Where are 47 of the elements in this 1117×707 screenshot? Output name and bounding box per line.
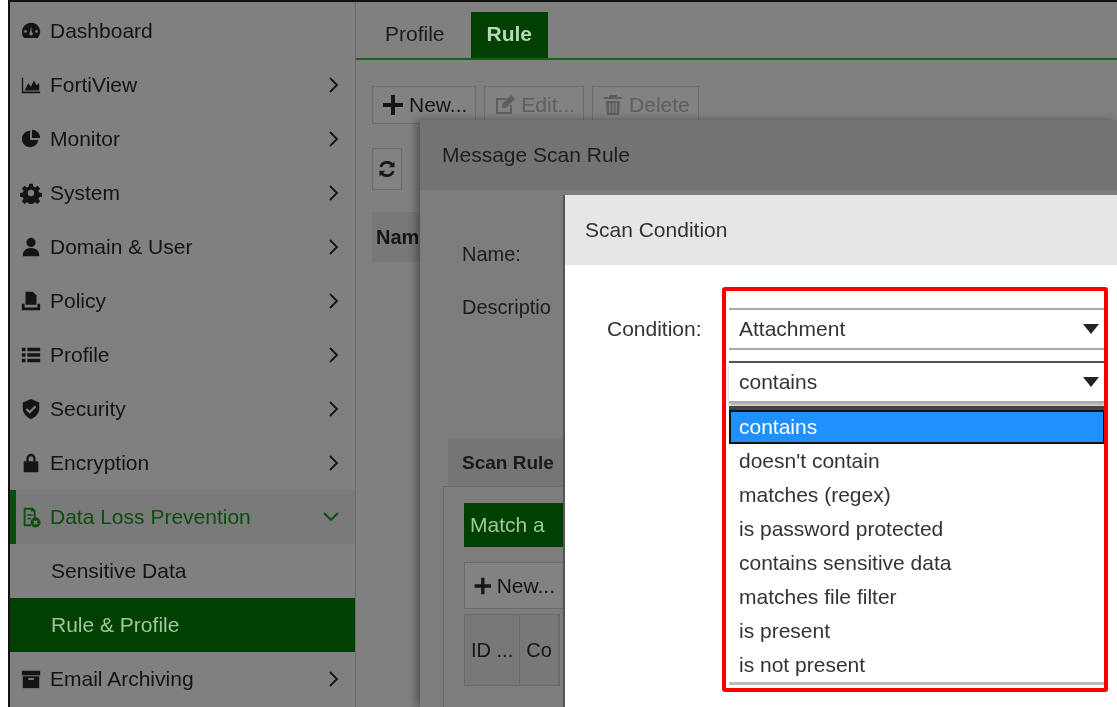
chevron-down-icon xyxy=(323,512,339,522)
match-button[interactable]: Match a xyxy=(464,503,564,547)
refresh-button[interactable] xyxy=(372,148,402,190)
sidebar-item[interactable]: Data Loss Prevention xyxy=(10,490,355,544)
sidebar-item[interactable]: Dashboard xyxy=(10,4,355,58)
shield-check-icon xyxy=(20,398,42,420)
sidebar-subitem[interactable]: Sensitive Data xyxy=(10,544,355,598)
plus-icon xyxy=(381,93,405,117)
sidebar-item[interactable]: Profile xyxy=(10,328,355,382)
toolbar-button[interactable]: New... xyxy=(372,86,477,124)
chevron-right-icon xyxy=(329,185,339,201)
chevron-right-icon xyxy=(329,347,339,363)
chevron-right-icon xyxy=(329,131,339,147)
tab[interactable]: Profile xyxy=(373,10,457,58)
sidebar-item[interactable]: FortiView xyxy=(10,58,355,112)
sidebar-subitem[interactable]: Rule & Profile xyxy=(10,598,355,652)
pie-chart-icon xyxy=(20,128,42,150)
chevron-right-icon xyxy=(329,671,339,687)
column-header: ID ... xyxy=(465,615,521,685)
sidebar-item[interactable]: Encryption xyxy=(10,436,355,490)
chevron-right-icon xyxy=(329,239,339,255)
user-icon xyxy=(20,236,42,258)
dropdown-option[interactable]: contains xyxy=(729,410,1105,444)
sidebar-item[interactable]: Monitor xyxy=(10,112,355,166)
sidebar-item[interactable]: System xyxy=(10,166,355,220)
tab[interactable]: Rule xyxy=(470,12,549,58)
sidebar-item[interactable]: Domain & User xyxy=(10,220,355,274)
field-label: Descriptio xyxy=(462,295,551,320)
dialog-title: Message Scan Rule xyxy=(420,120,1117,190)
archive-box-icon xyxy=(20,668,42,690)
caret-down-icon xyxy=(1083,377,1099,387)
dialog-title: Scan Condition xyxy=(565,195,1117,265)
chevron-right-icon xyxy=(329,77,339,93)
sidebar-item[interactable]: Policy xyxy=(10,274,355,328)
chevron-right-icon xyxy=(329,293,339,309)
chevron-right-icon xyxy=(329,401,339,417)
column-header: Co xyxy=(520,615,559,685)
gear-icon xyxy=(20,182,42,204)
sidebar-item[interactable]: Email Archiving xyxy=(10,652,355,706)
new-button[interactable]: New... xyxy=(464,562,564,609)
caret-down-icon xyxy=(1083,324,1099,334)
sidebar-item[interactable]: Security xyxy=(10,382,355,436)
field-label: Name: xyxy=(462,242,521,267)
document-tray-icon xyxy=(20,290,42,312)
pencil-square-icon xyxy=(493,93,518,117)
chevron-right-icon xyxy=(329,455,339,471)
field-label: Condition: xyxy=(607,316,703,342)
